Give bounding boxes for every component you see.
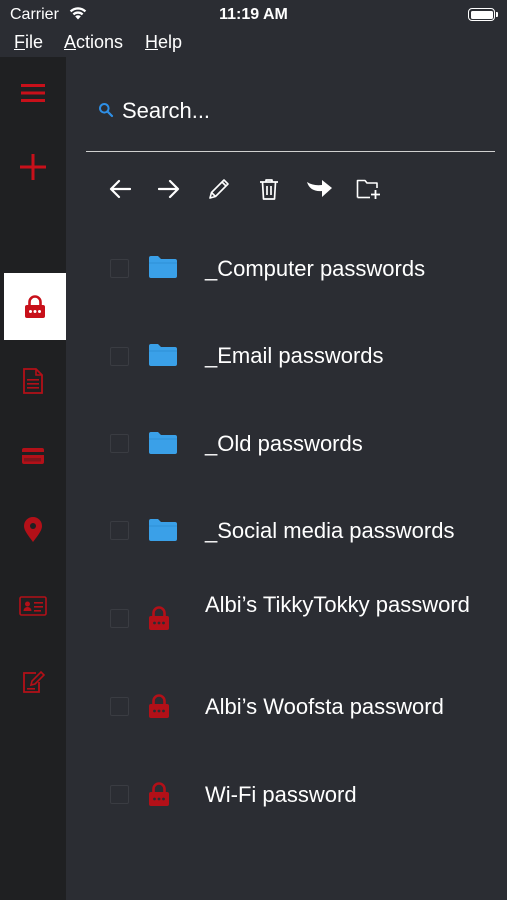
list-item[interactable]: _Old passwords [66, 401, 507, 489]
search-icon [98, 102, 114, 123]
folder-icon [148, 255, 178, 284]
item-checkbox[interactable] [110, 521, 129, 540]
item-label: Albi’s Woofsta password [205, 694, 444, 719]
search-bar [86, 84, 495, 152]
new-folder-icon[interactable] [351, 174, 387, 204]
menu-file[interactable]: File [14, 32, 43, 53]
credit-card-icon[interactable] [0, 441, 66, 471]
contact-card-icon[interactable] [0, 591, 66, 621]
item-label: Albi’s TikkyTokky password [205, 592, 470, 617]
list-item[interactable]: _Email passwords [66, 313, 507, 401]
menu-bar: File Actions Help [0, 30, 507, 57]
folder-icon [148, 518, 178, 547]
list-item[interactable]: Albi’s TikkyTokky password [66, 577, 507, 665]
add-icon[interactable] [0, 149, 66, 185]
folder-icon [148, 343, 178, 372]
folder-icon [148, 431, 178, 460]
trash-icon[interactable] [251, 174, 287, 204]
item-checkbox[interactable] [110, 434, 129, 453]
list-item[interactable]: _Social media passwords [66, 489, 507, 577]
item-label: _Email passwords [205, 343, 384, 368]
sidebar [0, 57, 66, 900]
list-item[interactable]: _Computer passwords [66, 225, 507, 313]
move-icon[interactable] [301, 174, 337, 204]
lock-icon [148, 694, 170, 724]
search-input[interactable] [122, 96, 482, 126]
battery-icon [468, 8, 498, 21]
item-checkbox[interactable] [110, 697, 129, 716]
lock-icon [148, 606, 170, 636]
item-checkbox[interactable] [110, 609, 129, 628]
item-checkbox[interactable] [110, 259, 129, 278]
clock: 11:19 AM [219, 6, 288, 23]
menu-icon[interactable] [0, 75, 66, 111]
item-checkbox[interactable] [110, 785, 129, 804]
note-icon[interactable] [0, 667, 66, 697]
lock-icon [25, 294, 45, 318]
menu-help[interactable]: Help [145, 32, 182, 53]
item-label: _Social media passwords [205, 518, 455, 543]
menu-actions[interactable]: Actions [64, 32, 123, 53]
arrow-right-icon[interactable] [151, 174, 187, 204]
list-item[interactable]: Wi-Fi password [66, 753, 507, 841]
item-label: _Computer passwords [205, 256, 426, 281]
list-item[interactable]: Albi’s Woofsta password [66, 665, 507, 753]
item-label: Wi-Fi password [205, 782, 357, 807]
status-bar: Carrier 11:19 AM [0, 0, 507, 30]
item-checkbox[interactable] [110, 347, 129, 366]
document-icon[interactable] [0, 365, 66, 397]
item-label: _Old passwords [205, 431, 363, 456]
sidebar-item-passwords[interactable] [4, 273, 66, 340]
lock-icon [148, 782, 170, 812]
location-pin-icon[interactable] [0, 515, 66, 545]
arrow-left-icon[interactable] [102, 174, 138, 204]
pencil-icon[interactable] [201, 174, 237, 204]
